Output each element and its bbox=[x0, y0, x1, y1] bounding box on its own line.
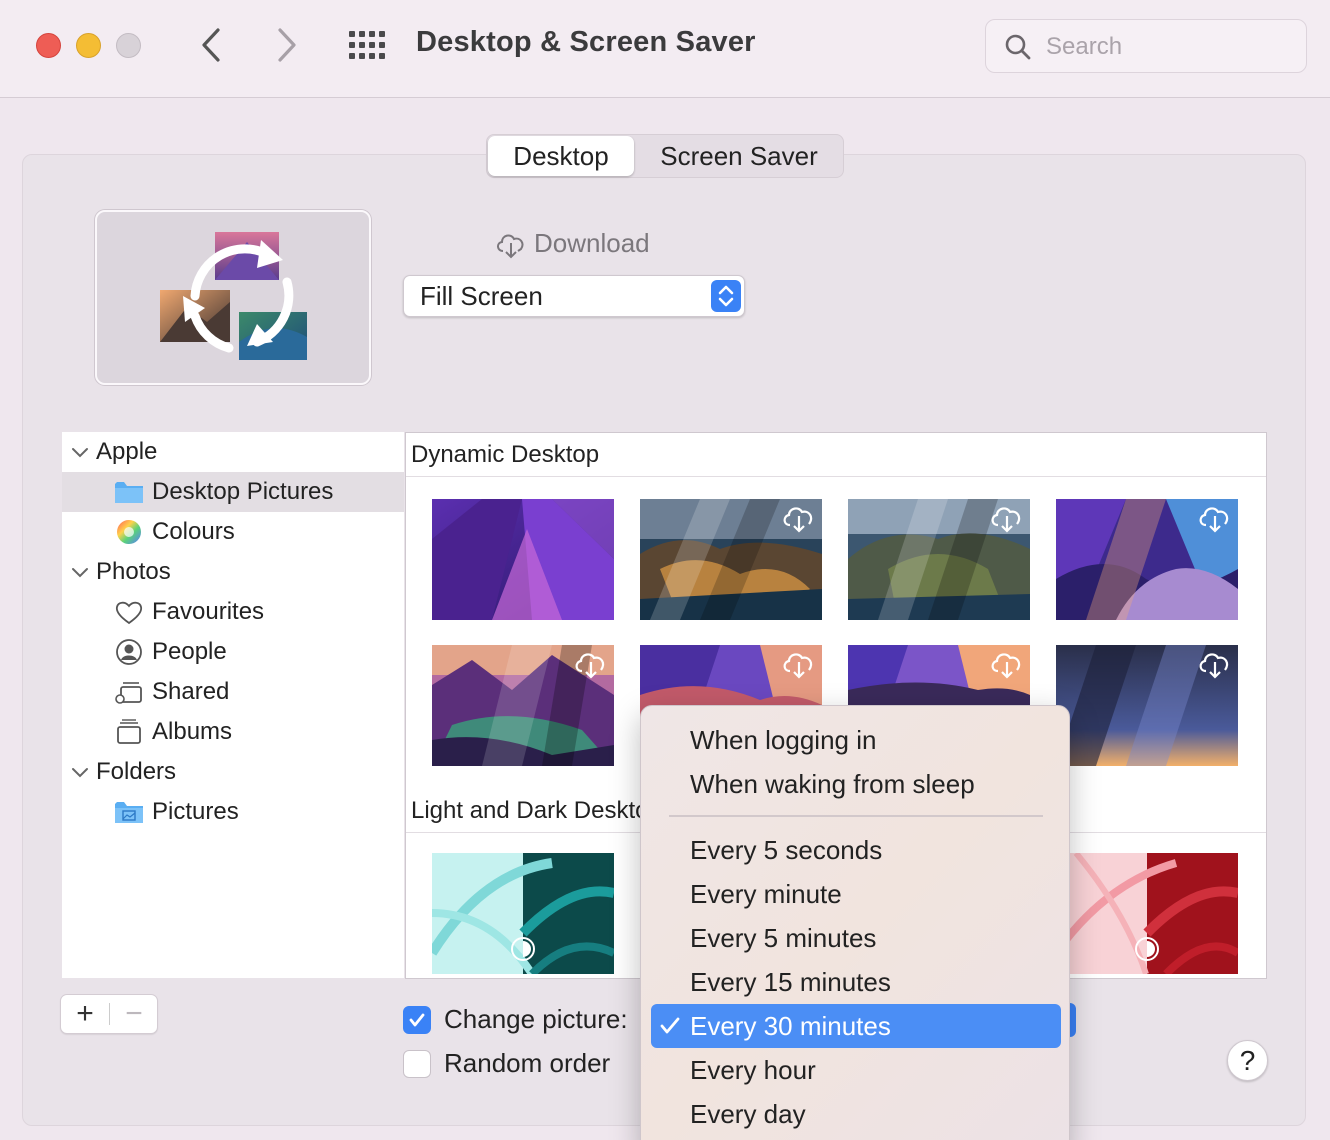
menu-item-1-minute[interactable]: Every minute bbox=[651, 872, 1061, 916]
tab-screen-saver[interactable]: Screen Saver bbox=[637, 136, 841, 176]
menu-item-5-minutes[interactable]: Every 5 minutes bbox=[651, 916, 1061, 960]
checkmark-icon bbox=[660, 1017, 680, 1034]
person-icon bbox=[116, 639, 142, 665]
sidebar-group-folders[interactable]: Folders bbox=[62, 752, 404, 792]
folder-icon bbox=[115, 482, 143, 503]
chevron-down-icon bbox=[72, 448, 88, 458]
download-label: Download bbox=[534, 228, 650, 258]
wallpaper-thumbnail[interactable] bbox=[1056, 499, 1238, 620]
wallpaper-image bbox=[432, 499, 614, 620]
section-title-dynamic: Dynamic Desktop bbox=[406, 433, 1266, 477]
cloud-download-icon bbox=[497, 233, 524, 258]
sidebar-item-favourites[interactable]: Favourites bbox=[62, 592, 404, 632]
sidebar-item-colours[interactable]: Colours bbox=[62, 512, 404, 552]
chevron-right-icon bbox=[278, 28, 296, 62]
albums-icon bbox=[117, 719, 141, 744]
change-picture-label: Change picture: bbox=[444, 1004, 628, 1034]
change-interval-menu: When logging in When waking from sleep E… bbox=[640, 705, 1070, 1140]
cloud-download-icon[interactable] bbox=[780, 503, 818, 533]
light-dark-mode-icon bbox=[1135, 937, 1159, 961]
grid-icon bbox=[349, 31, 385, 59]
remove-folder-button[interactable]: − bbox=[111, 995, 157, 1033]
wallpaper-preview[interactable] bbox=[95, 210, 371, 385]
cloud-download-icon[interactable] bbox=[988, 649, 1026, 679]
wallpaper-thumbnail[interactable] bbox=[640, 499, 822, 620]
shared-icon bbox=[115, 682, 142, 704]
sidebar-item-desktop-pictures[interactable]: Desktop Pictures bbox=[62, 472, 404, 512]
cloud-download-icon[interactable] bbox=[1196, 503, 1234, 533]
menu-separator bbox=[669, 815, 1043, 817]
help-button[interactable]: ? bbox=[1227, 1040, 1268, 1081]
search-field[interactable] bbox=[985, 19, 1307, 73]
window-title: Desktop & Screen Saver bbox=[416, 26, 756, 58]
fill-mode-select[interactable]: Fill Screen bbox=[403, 275, 745, 317]
wallpaper-thumbnail[interactable] bbox=[432, 645, 614, 766]
rotating-wallpapers-icon bbox=[160, 232, 307, 360]
back-button[interactable] bbox=[192, 22, 232, 68]
minimize-button[interactable] bbox=[76, 33, 101, 58]
light-dark-mode-icon bbox=[511, 937, 535, 961]
chevron-left-icon bbox=[202, 28, 220, 62]
cloud-download-icon[interactable] bbox=[780, 649, 818, 679]
wallpaper-thumbnail[interactable] bbox=[432, 853, 614, 974]
select-stepper bbox=[711, 280, 741, 312]
sidebar-item-people[interactable]: People bbox=[62, 632, 404, 672]
chevron-down-icon bbox=[72, 568, 88, 578]
wallpaper-thumbnail[interactable] bbox=[432, 499, 614, 620]
tab-desktop[interactable]: Desktop bbox=[488, 136, 634, 176]
random-order-checkbox[interactable] bbox=[403, 1049, 431, 1078]
sidebar-item-pictures[interactable]: Pictures bbox=[62, 792, 404, 832]
show-all-button[interactable] bbox=[348, 30, 386, 60]
menu-item-logging-in[interactable]: When logging in bbox=[651, 718, 1061, 762]
download-button[interactable]: Download bbox=[494, 228, 650, 259]
menu-item-label: Every 30 minutes bbox=[690, 1010, 891, 1041]
pictures-folder-icon bbox=[115, 802, 143, 823]
cloud-download-icon[interactable] bbox=[572, 649, 610, 679]
wallpaper-thumbnail[interactable] bbox=[848, 499, 1030, 620]
change-picture-checkbox[interactable] bbox=[403, 1005, 431, 1034]
random-order-option[interactable]: Random order bbox=[403, 1048, 610, 1079]
wallpaper-thumbnail[interactable] bbox=[1056, 645, 1238, 766]
sidebar-group-photos[interactable]: Photos bbox=[62, 552, 404, 592]
fill-mode-value: Fill Screen bbox=[420, 281, 543, 311]
cloud-download-icon[interactable] bbox=[988, 503, 1026, 533]
sidebar-item-albums[interactable]: Albums bbox=[62, 712, 404, 752]
chevron-down-icon bbox=[72, 768, 88, 778]
sidebar-group-apple[interactable]: Apple bbox=[62, 432, 404, 472]
heart-icon bbox=[115, 601, 143, 625]
cloud-download-icon[interactable] bbox=[1196, 649, 1234, 679]
add-folder-button[interactable]: + bbox=[61, 995, 109, 1033]
random-order-label: Random order bbox=[444, 1048, 611, 1078]
change-picture-option[interactable]: Change picture: bbox=[403, 1004, 628, 1035]
segmented-tabs: Desktop Screen Saver bbox=[486, 134, 844, 178]
menu-item-30-minutes[interactable]: Every 30 minutes bbox=[651, 1004, 1061, 1048]
checkmark-icon bbox=[409, 1013, 425, 1026]
menu-item-waking-from-sleep[interactable]: When waking from sleep bbox=[651, 762, 1061, 806]
forward-button[interactable] bbox=[266, 22, 306, 68]
chevron-up-down-icon bbox=[718, 285, 734, 307]
search-input[interactable] bbox=[1046, 30, 1286, 64]
wallpaper-thumbnail[interactable] bbox=[1056, 853, 1238, 974]
source-sidebar: Apple Desktop Pictures Colours Photos Fa… bbox=[62, 432, 404, 978]
divider bbox=[109, 1003, 110, 1025]
menu-item-1-day[interactable]: Every day bbox=[651, 1092, 1061, 1136]
menu-item-15-minutes[interactable]: Every 15 minutes bbox=[651, 960, 1061, 1004]
title-bar: Desktop & Screen Saver bbox=[0, 0, 1330, 98]
menu-item-5-seconds[interactable]: Every 5 seconds bbox=[651, 828, 1061, 872]
color-wheel-icon bbox=[117, 520, 141, 544]
close-button[interactable] bbox=[36, 33, 61, 58]
menu-item-1-hour[interactable]: Every hour bbox=[651, 1048, 1061, 1092]
add-remove-control: + − bbox=[60, 994, 158, 1034]
zoom-button[interactable] bbox=[116, 33, 141, 58]
search-icon bbox=[1005, 34, 1031, 60]
sidebar-item-shared[interactable]: Shared bbox=[62, 672, 404, 712]
